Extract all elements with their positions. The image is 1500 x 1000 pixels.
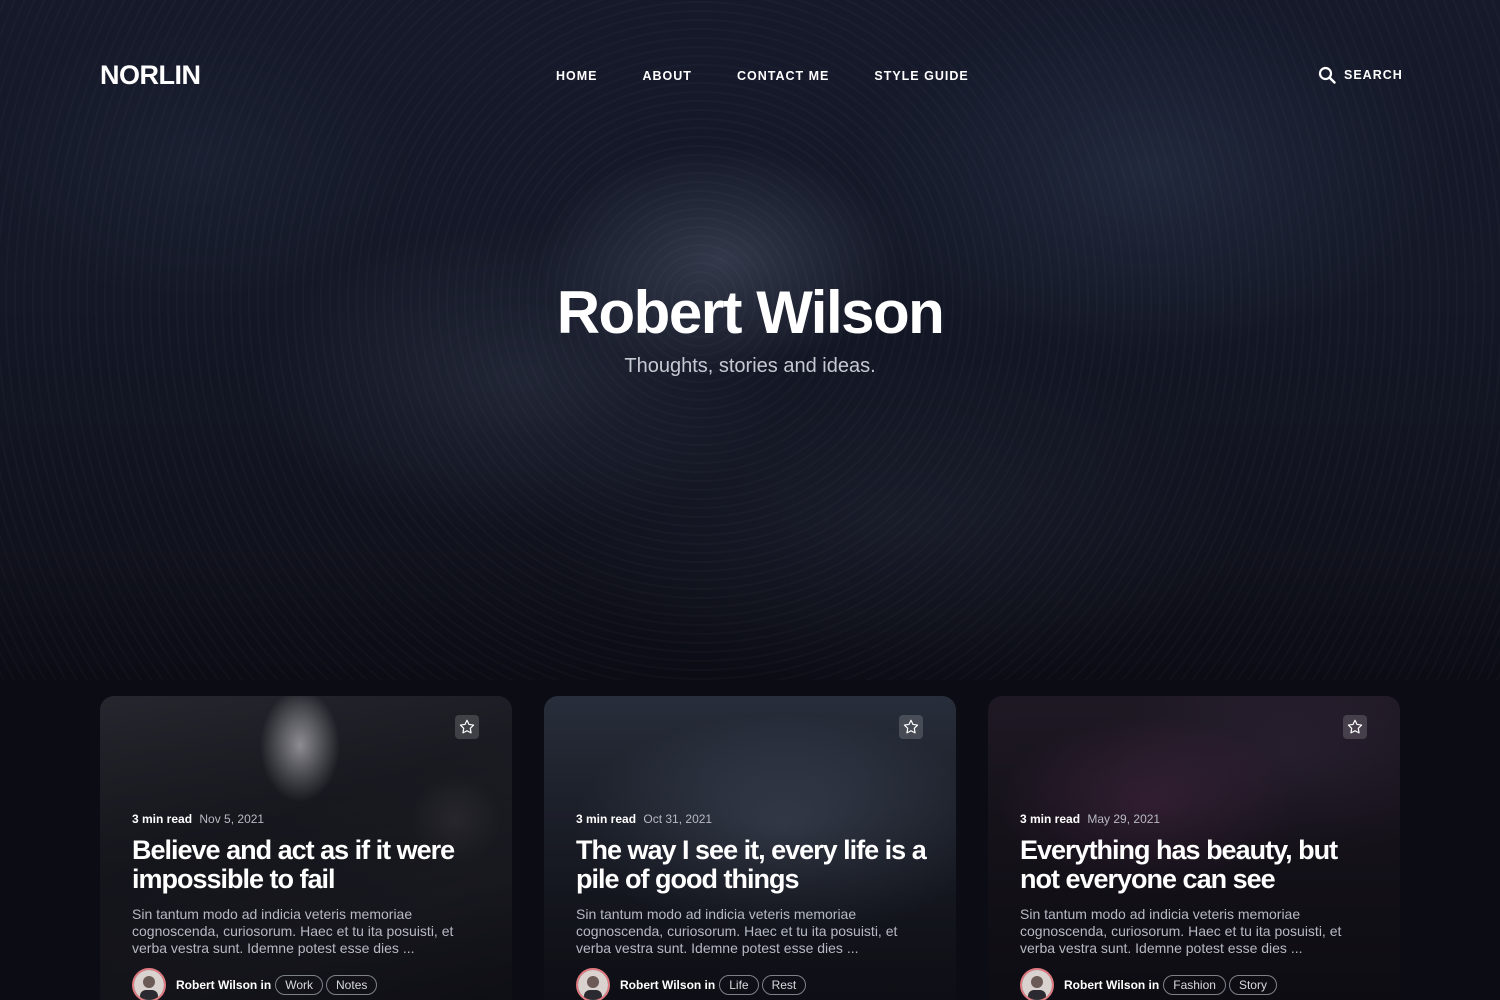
featured-star-button[interactable] (899, 715, 923, 739)
post-card[interactable]: 3 min read Oct 31, 2021 The way I see it… (544, 696, 956, 1000)
hero-subtitle: Thoughts, stories and ideas. (624, 355, 876, 377)
featured-star-button[interactable] (455, 715, 479, 739)
tag-link[interactable]: Fashion (1163, 975, 1226, 995)
post-date: Nov 5, 2021 (199, 812, 265, 826)
search-icon (1318, 66, 1336, 84)
avatar[interactable] (1020, 968, 1054, 1000)
read-time: 3 min read (132, 812, 193, 826)
featured-star-button[interactable] (1343, 715, 1367, 739)
post-date: May 29, 2021 (1087, 812, 1161, 826)
avatar[interactable] (132, 968, 166, 1000)
star-icon (459, 719, 475, 734)
site-logo[interactable]: NORLIN (100, 60, 201, 91)
post-meta: 3 min read May 29, 2021 (1020, 812, 1160, 826)
nav-style-guide[interactable]: STYLE GUIDE (874, 69, 968, 83)
post-author[interactable]: Robert Wilson in (1064, 978, 1159, 992)
post-excerpt: Sin tantum modo ad indicia veteris memor… (576, 906, 898, 956)
nav-home[interactable]: HOME (556, 69, 598, 83)
post-footer: Robert Wilson in Fashion Story (1020, 968, 1280, 1000)
post-title[interactable]: Everything has beauty, but not everyone … (1020, 836, 1380, 894)
post-meta: 3 min read Oct 31, 2021 (576, 812, 712, 826)
star-icon (1347, 719, 1363, 734)
tag-link[interactable]: Work (275, 975, 324, 995)
post-footer: Robert Wilson in Life Rest (576, 968, 809, 1000)
read-time: 3 min read (576, 812, 637, 826)
post-card[interactable]: 3 min read Nov 5, 2021 Believe and act a… (100, 696, 512, 1000)
star-icon (903, 719, 919, 734)
hero-title: Robert Wilson (556, 279, 945, 346)
search-label: SEARCH (1344, 68, 1403, 82)
post-footer: Robert Wilson in Work Notes (132, 968, 380, 1000)
nav-about[interactable]: ABOUT (643, 69, 692, 83)
post-date: Oct 31, 2021 (643, 812, 713, 826)
main-nav: HOME ABOUT CONTACT ME STYLE GUIDE (556, 69, 1014, 83)
post-title[interactable]: Believe and act as if it were impossible… (132, 836, 492, 894)
read-time: 3 min read (1020, 812, 1081, 826)
post-meta: 3 min read Nov 5, 2021 (132, 812, 264, 826)
nav-contact-me[interactable]: CONTACT ME (737, 69, 829, 83)
post-title[interactable]: The way I see it, every life is a pile o… (576, 836, 936, 894)
search-button[interactable]: SEARCH (1318, 66, 1403, 84)
page: NORLIN HOME ABOUT CONTACT ME STYLE GUIDE… (0, 0, 1500, 1000)
avatar[interactable] (576, 968, 610, 1000)
post-excerpt: Sin tantum modo ad indicia veteris memor… (1020, 906, 1342, 956)
post-author[interactable]: Robert Wilson in (176, 978, 271, 992)
post-excerpt: Sin tantum modo ad indicia veteris memor… (132, 906, 454, 956)
tag-link[interactable]: Notes (326, 975, 378, 995)
post-author[interactable]: Robert Wilson in (620, 978, 715, 992)
post-card[interactable]: 3 min read May 29, 2021 Everything has b… (988, 696, 1400, 1000)
tag-link[interactable]: Rest (761, 975, 807, 995)
tag-link[interactable]: Life (719, 975, 759, 995)
tag-link[interactable]: Story (1228, 975, 1277, 995)
